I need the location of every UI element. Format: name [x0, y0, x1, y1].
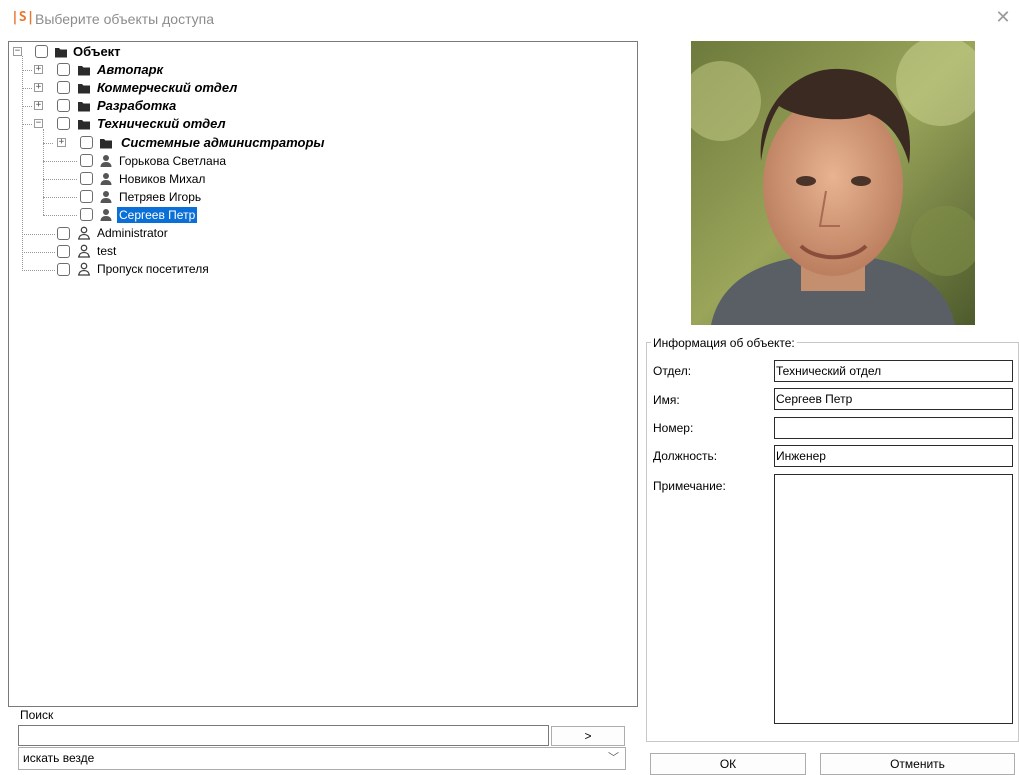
tree-connector [22, 106, 32, 107]
folder-icon [78, 84, 90, 94]
checkbox[interactable] [57, 263, 70, 276]
tree-connector [43, 215, 77, 216]
tree-connector [43, 129, 44, 215]
cancel-button[interactable]: Отменить [820, 753, 1015, 775]
collapse-toggle[interactable]: − [34, 119, 43, 128]
app-logo: |S| [11, 10, 35, 25]
tree-connector [22, 70, 32, 71]
tree-connector [43, 143, 53, 144]
checkbox[interactable] [57, 63, 70, 76]
window-title: Выберите объекты доступа [35, 11, 214, 27]
person-icon [100, 191, 112, 203]
checkbox[interactable] [57, 227, 70, 240]
tree-person-gorkova[interactable]: Горькова Светлана [117, 153, 228, 169]
tree-connector [43, 197, 77, 198]
checkbox[interactable] [57, 245, 70, 258]
checkbox[interactable] [80, 190, 93, 203]
folder-icon [78, 66, 90, 76]
user-outline-icon [78, 262, 90, 276]
search-scope-value: искать везде [23, 751, 95, 765]
checkbox[interactable] [57, 99, 70, 112]
object-info-group: Информация об объекте: Отдел: Технически… [646, 336, 1019, 742]
ok-button[interactable]: ОК [650, 753, 806, 775]
folder-icon [55, 48, 67, 58]
note-field[interactable] [774, 474, 1013, 724]
number-field[interactable] [774, 417, 1013, 439]
expand-toggle[interactable]: + [34, 65, 43, 74]
checkbox[interactable] [57, 81, 70, 94]
tree-connector [22, 270, 55, 271]
tree-person-petryaev[interactable]: Петряев Игорь [117, 189, 203, 205]
chevron-down-icon: ﹀ [608, 752, 619, 764]
close-icon[interactable]: ✕ [993, 8, 1013, 28]
tree-root-label[interactable]: Объект [71, 44, 123, 60]
position-field[interactable]: Инженер [774, 445, 1013, 467]
search-go-button[interactable]: > [551, 726, 625, 746]
tree-connector [43, 179, 77, 180]
tree-user-test[interactable]: test [95, 243, 118, 259]
person-icon [100, 155, 112, 167]
folder-icon [78, 120, 90, 130]
object-info-legend: Информация об объекте: [651, 336, 797, 350]
tree-connector [22, 124, 32, 125]
tree-subgroup-sysadmins[interactable]: Системные администраторы [119, 135, 327, 151]
checkbox[interactable] [80, 172, 93, 185]
tree-connector [22, 234, 55, 235]
folder-icon [100, 139, 112, 149]
search-input[interactable] [18, 725, 549, 746]
checkbox[interactable] [80, 208, 93, 221]
checkbox[interactable] [80, 154, 93, 167]
tree-user-administrator[interactable]: Administrator [95, 225, 170, 241]
expand-toggle[interactable]: + [57, 138, 66, 147]
tree-connector [43, 161, 77, 162]
checkbox[interactable] [35, 45, 48, 58]
name-label: Имя: [653, 393, 680, 407]
person-icon [100, 209, 112, 221]
tree-group-commercial[interactable]: Коммерческий отдел [95, 80, 239, 96]
department-label: Отдел: [653, 364, 692, 378]
position-label: Должность: [653, 449, 718, 463]
tree-group-autopark[interactable]: Автопарк [95, 62, 165, 78]
tree-connector [22, 252, 55, 253]
user-outline-icon [78, 226, 90, 240]
person-photo [691, 41, 975, 325]
tree-connector [22, 88, 32, 89]
tree-group-technical[interactable]: Технический отдел [95, 116, 228, 132]
collapse-toggle[interactable]: − [13, 47, 22, 56]
name-field[interactable]: Сергеев Петр [774, 388, 1013, 410]
object-tree[interactable]: − Объект + Автопарк + Коммерческий отдел… [8, 41, 638, 707]
expand-toggle[interactable]: + [34, 83, 43, 92]
department-field[interactable]: Технический отдел [774, 360, 1013, 382]
number-label: Номер: [653, 421, 694, 435]
search-scope-select[interactable]: искать везде ﹀ [18, 747, 626, 770]
person-icon [100, 173, 112, 185]
folder-icon [78, 102, 90, 112]
user-outline-icon [78, 244, 90, 258]
tree-person-sergeev-selected[interactable]: Сергеев Петр [117, 207, 198, 223]
expand-toggle[interactable]: + [34, 101, 43, 110]
tree-group-development[interactable]: Разработка [95, 98, 178, 114]
checkbox[interactable] [80, 136, 93, 149]
title-bar: |S| Выберите объекты доступа ✕ [0, 0, 1019, 38]
note-label: Примечание: [653, 479, 726, 493]
checkbox[interactable] [57, 117, 70, 130]
search-label: Поиск [20, 708, 54, 722]
tree-user-visitor-pass[interactable]: Пропуск посетителя [95, 261, 211, 277]
tree-person-novikov[interactable]: Новиков Михал [117, 171, 207, 187]
